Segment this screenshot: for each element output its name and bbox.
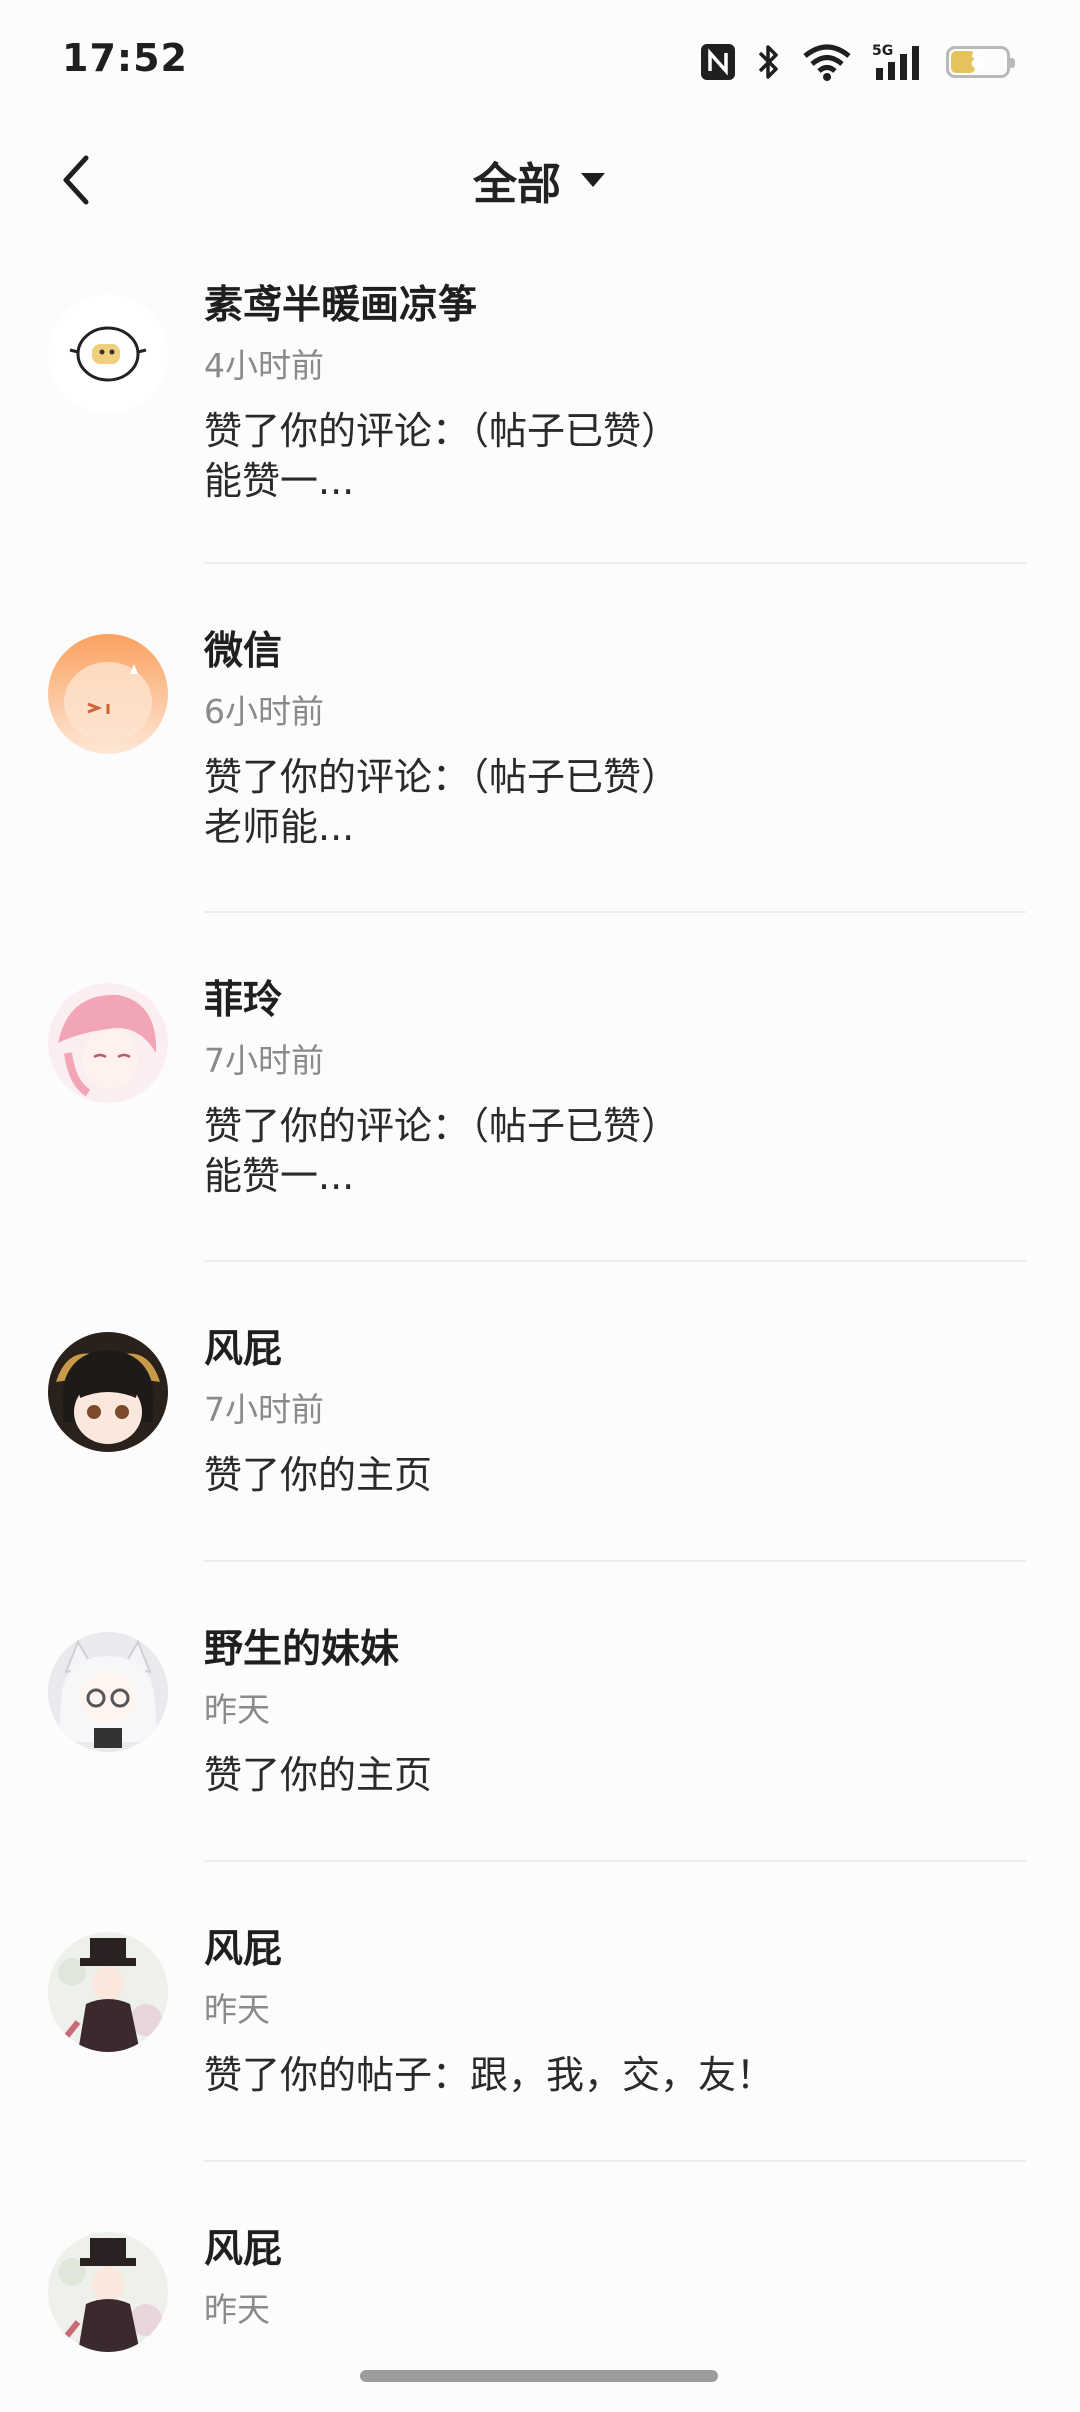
timestamp: 6小时前 bbox=[204, 692, 324, 731]
list-item[interactable]: 风屁 7小时前 赞了你的主页 bbox=[0, 1262, 1080, 1562]
notification-message: 赞了你的主页 bbox=[204, 1453, 433, 1497]
avatar bbox=[48, 1332, 168, 1452]
user-name: 野生的妹妹 bbox=[204, 1627, 400, 1672]
home-indicator[interactable] bbox=[360, 2370, 718, 2382]
timestamp: 昨天 bbox=[204, 1990, 270, 2029]
list-item[interactable]: 菲玲 7小时前 赞了你的评论：（帖子已赞） 能赞一... bbox=[0, 913, 1080, 1262]
notification-message: 赞了你的评论：（帖子已赞） 能赞一... bbox=[204, 1104, 680, 1198]
timestamp: 昨天 bbox=[204, 1690, 270, 1729]
5g-signal-icon: 5G bbox=[872, 42, 926, 82]
user-name: 风屁 bbox=[204, 2227, 283, 2272]
back-button[interactable] bbox=[44, 148, 108, 212]
user-name: 菲玲 bbox=[204, 978, 283, 1023]
user-name: 风屁 bbox=[204, 1327, 283, 1372]
network-label: 5G bbox=[872, 43, 893, 59]
caret-down-icon bbox=[581, 173, 605, 187]
list-item[interactable]: 风屁 昨天 赞了你的帖子：跟，我，交，友！ bbox=[0, 1862, 1080, 2162]
user-name: 风屁 bbox=[204, 1927, 283, 1972]
status-icons: 5G 8 bbox=[700, 40, 1015, 84]
battery-level: 8 bbox=[970, 49, 986, 74]
avatar bbox=[48, 634, 168, 754]
filter-label: 全部 bbox=[473, 159, 561, 210]
avatar bbox=[48, 294, 168, 414]
avatar bbox=[48, 2232, 168, 2352]
list-item[interactable]: 素鸢半暖画凉筝 4小时前 赞了你的评论：（帖子已赞） 能赞一... bbox=[0, 250, 1080, 564]
notification-message: 赞了你的主页 bbox=[204, 1753, 433, 1797]
chevron-left-icon bbox=[63, 155, 89, 205]
wifi-icon bbox=[802, 43, 852, 81]
notification-message: 赞了你的评论：（帖子已赞） 老师能... bbox=[204, 755, 680, 849]
timestamp: 4小时前 bbox=[204, 346, 324, 385]
list-item[interactable]: 微信 6小时前 赞了你的评论：（帖子已赞） 老师能... bbox=[0, 564, 1080, 913]
notification-list: 素鸢半暖画凉筝 4小时前 赞了你的评论：（帖子已赞） 能赞一... 微信 6小时… bbox=[0, 250, 1080, 2402]
timestamp: 昨天 bbox=[204, 2290, 270, 2329]
status-time: 17:52 bbox=[62, 36, 188, 80]
avatar bbox=[48, 983, 168, 1103]
notification-message: 赞了你的帖子：跟，我，交，友！ bbox=[204, 2053, 775, 2097]
notification-message: 赞了你的评论：（帖子已赞） 能赞一... bbox=[204, 409, 680, 503]
avatar bbox=[48, 1632, 168, 1752]
nfc-icon bbox=[700, 43, 736, 81]
avatar bbox=[48, 1932, 168, 2052]
filter-dropdown[interactable]: 全部 bbox=[473, 148, 607, 212]
timestamp: 7小时前 bbox=[204, 1041, 324, 1080]
user-name: 素鸢半暖画凉筝 bbox=[204, 283, 478, 328]
nav-bar: 全部 bbox=[0, 130, 1080, 230]
battery-icon: 8 bbox=[946, 46, 1015, 78]
list-item[interactable]: 风屁 昨天 bbox=[0, 2162, 1080, 2402]
status-bar: 17:52 5G 8 bbox=[0, 0, 1080, 120]
bluetooth-icon bbox=[756, 42, 782, 82]
user-name: 微信 bbox=[204, 629, 283, 674]
list-item[interactable]: 野生的妹妹 昨天 赞了你的主页 bbox=[0, 1562, 1080, 1862]
timestamp: 7小时前 bbox=[204, 1390, 324, 1429]
